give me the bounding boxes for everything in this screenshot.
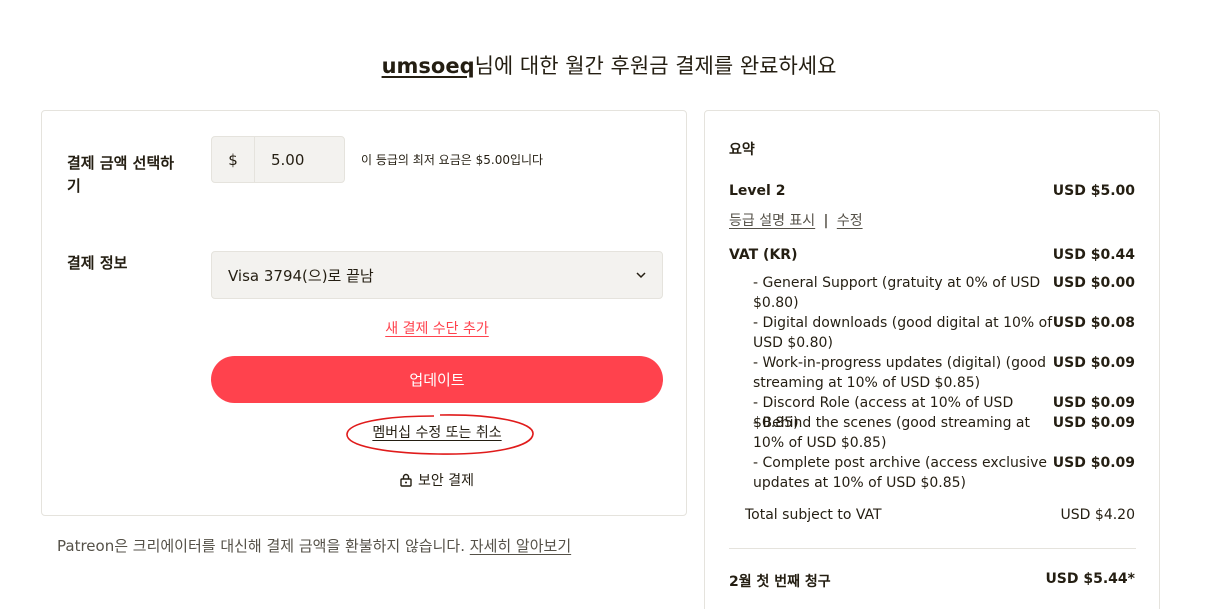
vat-item-label: - Behind the scenes (good streaming at 1… xyxy=(753,415,1030,451)
secure-payment-label: 보안 결제 xyxy=(418,473,474,489)
refund-note-text: Patreon은 크리에이터를 대신해 결제 금액을 환불하지 않습니다. xyxy=(57,537,465,555)
vat-label: VAT (KR) xyxy=(729,247,798,263)
vat-item-label: - Work-in-progress updates (digital) (go… xyxy=(753,355,1047,391)
order-summary-card: 요약 Level 2 USD $5.00 등급 설명 표시 | 수정 VAT (… xyxy=(704,110,1160,609)
page-title: umsoeq님에 대한 월간 후원금 결제를 완료하세요 xyxy=(0,50,1218,80)
tier-amount: USD $5.00 xyxy=(1052,183,1135,199)
total-subject-label: Total subject to VAT xyxy=(745,507,882,523)
vat-item-label: - Complete post archive (access exclusiv… xyxy=(753,455,1047,491)
update-button[interactable]: 업데이트 xyxy=(211,356,663,403)
vat-item-amount: USD $0.00 xyxy=(1052,275,1135,291)
amount-label: 결제 금액 선택하기 xyxy=(67,154,175,195)
tier-links: 등급 설명 표시 | 수정 xyxy=(729,210,863,230)
payment-info-label: 결제 정보 xyxy=(67,254,128,272)
vat-item-amount: USD $0.09 xyxy=(1052,455,1135,471)
summary-divider xyxy=(729,548,1136,549)
show-tier-description-link[interactable]: 등급 설명 표시 xyxy=(729,213,815,229)
minimum-amount-note: 이 등급의 최저 요금은 $5.00입니다 xyxy=(361,153,544,167)
vat-item-amount: USD $0.09 xyxy=(1052,395,1135,411)
creator-name-link[interactable]: umsoeq xyxy=(382,54,475,78)
page-title-text: 님에 대한 월간 후원금 결제를 완료하세요 xyxy=(474,54,837,78)
add-payment-method-label: 새 결제 수단 추가 xyxy=(385,321,489,337)
learn-more-link[interactable]: 자세히 알아보기 xyxy=(470,537,571,555)
lock-icon xyxy=(400,473,412,487)
manage-membership-label: 멤버십 수정 또는 취소 xyxy=(372,425,502,441)
payment-form-card: 결제 금액 선택하기 $ 이 등급의 최저 요금은 $5.00입니다 결제 정보… xyxy=(41,110,687,516)
vat-amount: USD $0.44 xyxy=(1052,247,1135,263)
first-charge-amount: USD $5.44* xyxy=(1045,571,1135,587)
link-separator: | xyxy=(823,213,829,229)
edit-tier-link[interactable]: 수정 xyxy=(837,213,863,229)
currency-symbol: $ xyxy=(212,137,255,182)
tier-name: Level 2 xyxy=(729,183,786,199)
vat-item-label: - General Support (gratuity at 0% of USD… xyxy=(753,275,1041,311)
first-charge-label: 2월 첫 번째 청구 xyxy=(729,574,831,590)
vat-item-amount: USD $0.08 xyxy=(1052,315,1135,331)
vat-item-amount: USD $0.09 xyxy=(1052,355,1135,371)
add-payment-method-link[interactable]: 새 결제 수단 추가 xyxy=(211,318,663,338)
amount-field[interactable]: $ xyxy=(211,136,345,183)
manage-membership-link[interactable]: 멤버십 수정 또는 취소 xyxy=(211,422,663,442)
payment-method-value: Visa 3794(으)로 끝남 xyxy=(228,266,374,285)
chevron-down-icon xyxy=(636,272,646,279)
vat-item-amount: USD $0.09 xyxy=(1052,415,1135,431)
amount-input[interactable] xyxy=(255,137,344,182)
secure-payment: 보안 결제 xyxy=(211,470,663,490)
vat-item-label: - Digital downloads (good digital at 10%… xyxy=(753,315,1053,351)
payment-method-select[interactable]: Visa 3794(으)로 끝남 xyxy=(211,251,663,299)
refund-note: Patreon은 크리에이터를 대신해 결제 금액을 환불하지 않습니다. 자세… xyxy=(57,535,571,556)
total-subject-amount: USD $4.20 xyxy=(1060,507,1135,523)
summary-title: 요약 xyxy=(729,142,755,158)
